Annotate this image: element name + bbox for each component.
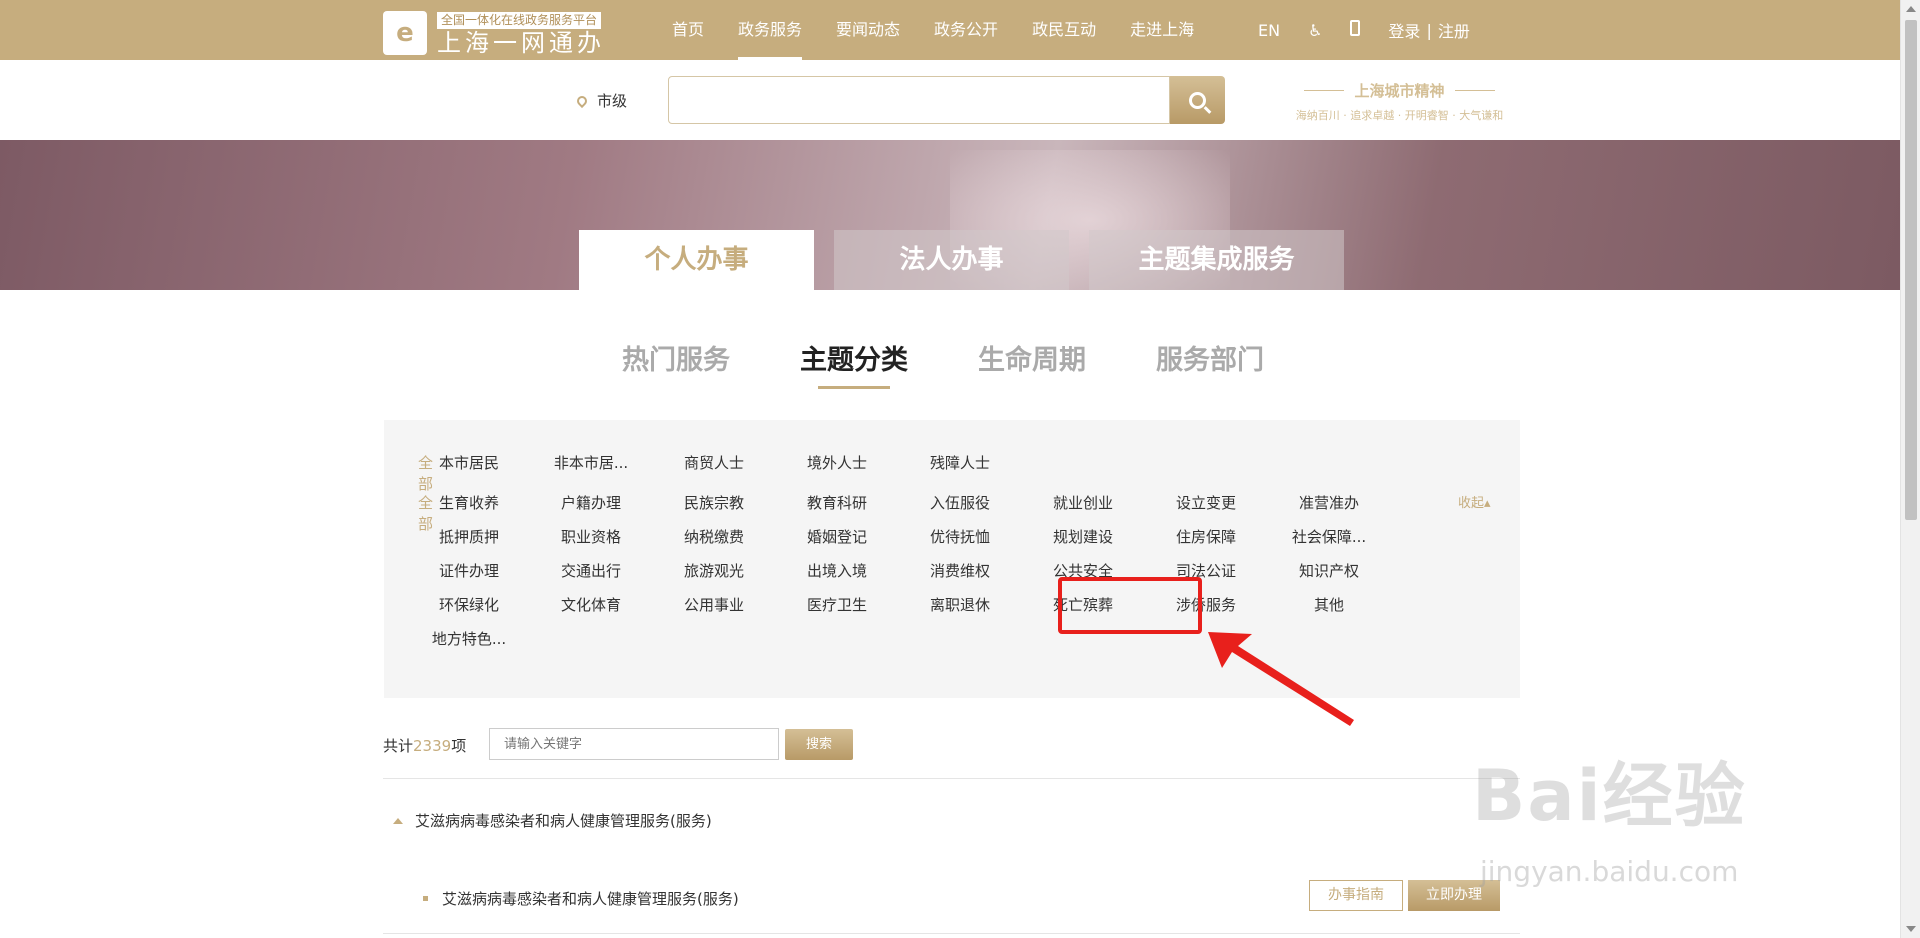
logo-title: 上海一网通办	[437, 29, 605, 57]
expand-caret-icon	[393, 817, 403, 824]
tab-topic-category[interactable]: 主题分类	[800, 338, 908, 389]
nav-gov-public[interactable]: 政务公开	[934, 0, 998, 60]
topic-item[interactable]: 教育科研	[792, 492, 882, 513]
topic-item[interactable]: 准营准办	[1284, 492, 1374, 513]
group-item[interactable]: 本市居民	[424, 452, 514, 473]
bullet-icon	[423, 896, 428, 901]
topic-item[interactable]: 职业资格	[546, 526, 636, 547]
logo-subtitle: 全国一体化在线政务服务平台	[437, 12, 602, 29]
topic-item[interactable]: 地方特色...	[424, 628, 514, 649]
language-toggle[interactable]: EN	[1258, 21, 1280, 40]
city-spirit-slogan: 海纳百川 · 追求卓越 · 开明睿智 · 大气谦和	[1295, 109, 1504, 122]
scroll-up-icon[interactable]	[1906, 6, 1916, 12]
tab-hot-services[interactable]: 热门服务	[622, 338, 730, 377]
divider	[383, 933, 1520, 934]
tab-life-cycle[interactable]: 生命周期	[978, 338, 1086, 377]
tab-corporate[interactable]: 法人办事	[834, 230, 1069, 290]
result-count: 共计2339项	[383, 735, 466, 756]
nav-news[interactable]: 要闻动态	[836, 0, 900, 60]
topic-item[interactable]: 证件办理	[424, 560, 514, 581]
result-item[interactable]: 艾滋病病毒感染者和病人健康管理服务(服务)	[423, 888, 739, 909]
city-spirit-title: 上海城市精神	[1282, 80, 1517, 101]
group-item[interactable]: 非本市居...	[546, 452, 636, 473]
scroll-down-icon[interactable]	[1906, 926, 1916, 932]
topic-item[interactable]: 交通出行	[546, 560, 636, 581]
topic-item[interactable]: 生育收养	[424, 492, 514, 513]
service-type-tabs: 个人办事 法人办事 主题集成服务	[579, 230, 1364, 290]
tab-personal[interactable]: 个人办事	[579, 230, 814, 290]
result-group-title: 艾滋病病毒感染者和病人健康管理服务(服务)	[415, 812, 712, 830]
topic-item[interactable]: 公用事业	[669, 594, 759, 615]
nav-about-shanghai[interactable]: 走进上海	[1130, 0, 1194, 60]
annotation-highlight-box	[1058, 577, 1202, 634]
location-label: 市级	[597, 92, 628, 110]
category-tabs: 热门服务 主题分类 生命周期 服务部门	[622, 338, 1334, 389]
city-spirit: 上海城市精神 海纳百川 · 追求卓越 · 开明睿智 · 大气谦和	[1282, 80, 1517, 123]
tab-departments[interactable]: 服务部门	[1156, 338, 1264, 377]
annotation-arrow-icon	[1208, 632, 1354, 726]
search-button[interactable]	[1170, 76, 1225, 124]
topic-item[interactable]: 离职退休	[915, 594, 1005, 615]
topic-item[interactable]: 文化体育	[546, 594, 636, 615]
topic-item[interactable]: 其他	[1284, 594, 1374, 615]
result-group-header[interactable]: 艾滋病病毒感染者和病人健康管理服务(服务)	[393, 810, 712, 831]
divider	[383, 778, 1520, 779]
topic-item[interactable]: 户籍办理	[546, 492, 636, 513]
site-logo[interactable]: e 全国一体化在线政务服务平台 上海一网通办	[383, 9, 605, 57]
topic-item[interactable]: 设立变更	[1161, 492, 1251, 513]
keyword-search-input[interactable]	[489, 728, 779, 760]
topic-item[interactable]: 优待抚恤	[915, 526, 1005, 547]
scroll-thumb[interactable]	[1905, 20, 1917, 520]
login-link[interactable]: 登录	[1388, 18, 1420, 42]
caret-up-icon: ▴	[1484, 496, 1491, 511]
top-nav-bar: e 全国一体化在线政务服务平台 上海一网通办 首页 政务服务 要闻动态 政务公开…	[0, 0, 1900, 60]
topic-item[interactable]: 民族宗教	[669, 492, 759, 513]
tab-theme-services[interactable]: 主题集成服务	[1089, 230, 1344, 290]
keyword-search-button[interactable]: 搜索	[785, 729, 853, 760]
nav-home[interactable]: 首页	[672, 0, 704, 60]
topic-item[interactable]: 旅游观光	[669, 560, 759, 581]
topic-item[interactable]: 住房保障	[1161, 526, 1251, 547]
group-item[interactable]: 残障人士	[915, 452, 1005, 473]
count-number: 2339	[413, 737, 452, 755]
count-suffix: 项	[451, 737, 467, 755]
login-separator: |	[1426, 20, 1432, 40]
topic-item[interactable]: 婚姻登记	[792, 526, 882, 547]
topic-item[interactable]: 环保绿化	[424, 594, 514, 615]
logo-emblem-icon: e	[383, 11, 427, 55]
search-icon	[1189, 91, 1206, 109]
result-item-title: 艾滋病病毒感染者和病人健康管理服务(服务)	[442, 890, 739, 908]
topic-item[interactable]: 入伍服役	[915, 492, 1005, 513]
location-pin-icon	[574, 93, 590, 108]
topic-item[interactable]: 纳税缴费	[669, 526, 759, 547]
group-item[interactable]: 境外人士	[792, 452, 882, 473]
register-link[interactable]: 注册	[1438, 18, 1470, 42]
topic-item[interactable]: 社会保障...	[1284, 526, 1374, 547]
topic-item[interactable]: 就业创业	[1038, 492, 1128, 513]
topic-item[interactable]: 规划建设	[1038, 526, 1128, 547]
topic-item[interactable]: 出境入境	[792, 560, 882, 581]
main-search-input[interactable]	[668, 76, 1170, 124]
accessibility-icon[interactable]: ♿	[1308, 21, 1322, 40]
collapse-label: 收起	[1458, 496, 1485, 511]
guide-button[interactable]: 办事指南	[1309, 880, 1403, 911]
mobile-icon[interactable]	[1350, 20, 1361, 40]
topic-item[interactable]: 消费维权	[915, 560, 1005, 581]
topic-item[interactable]: 医疗卫生	[792, 594, 882, 615]
nav-interaction[interactable]: 政民互动	[1032, 0, 1096, 60]
count-prefix: 共计	[383, 737, 414, 755]
baidu-watermark: Bai经验	[1472, 755, 1747, 837]
location-selector[interactable]: 市级	[574, 90, 628, 111]
group-item[interactable]: 商贸人士	[669, 452, 759, 473]
nav-tools: EN ♿ 登录 | 注册	[1258, 0, 1498, 60]
topic-item[interactable]: 抵押质押	[424, 526, 514, 547]
baidu-watermark-url: jingyan.baidu.com	[1480, 855, 1739, 888]
nav-gov-services[interactable]: 政务服务	[738, 0, 803, 60]
page-scrollbar[interactable]	[1900, 0, 1920, 938]
topic-item[interactable]: 知识产权	[1284, 560, 1374, 581]
main-nav: 首页 政务服务 要闻动态 政务公开 政民互动 走进上海	[672, 0, 1228, 60]
collapse-toggle[interactable]: 收起▴	[1458, 492, 1491, 511]
